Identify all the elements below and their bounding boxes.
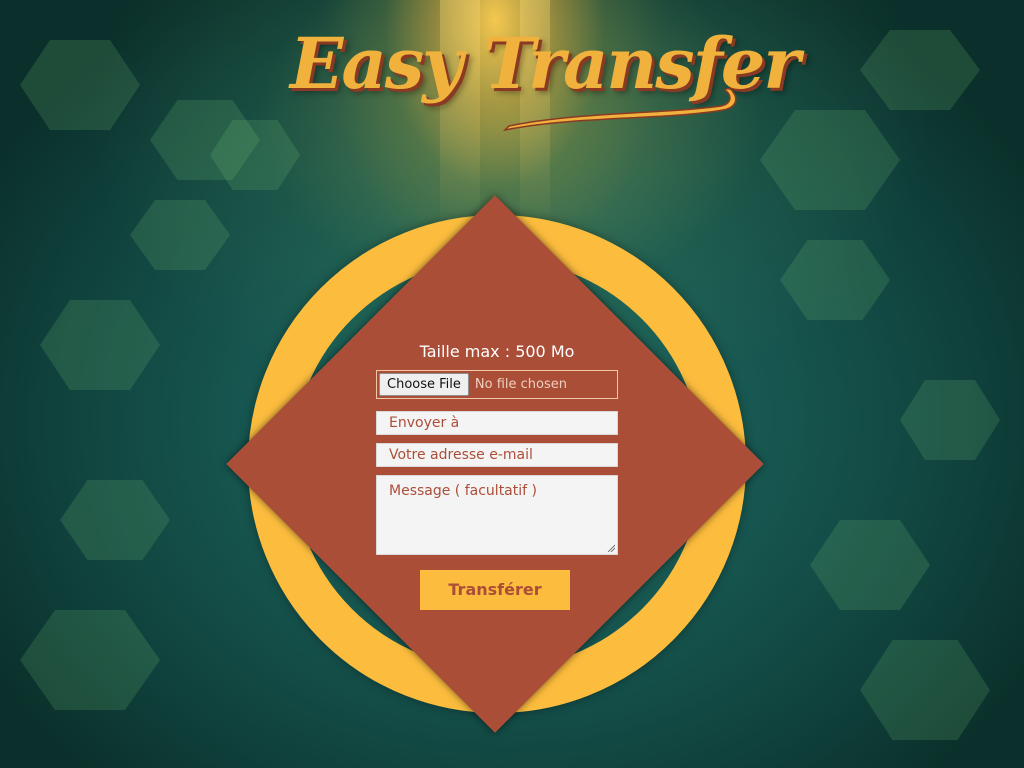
bokeh-shape — [130, 200, 230, 270]
bokeh-shape — [760, 110, 900, 210]
max-size-label: Taille max : 500 Mo — [419, 342, 575, 361]
message-textarea[interactable]: Message ( facultatif ) — [376, 475, 618, 555]
resize-grip-icon[interactable] — [607, 544, 615, 552]
choose-file-button[interactable]: Choose File — [379, 373, 469, 396]
file-status-text: No file chosen — [474, 377, 567, 392]
recipient-email-input[interactable]: Envoyer à — [376, 411, 618, 435]
bokeh-shape — [860, 640, 990, 740]
bokeh-shape — [60, 480, 170, 560]
sender-email-input[interactable]: Votre adresse e-mail — [376, 443, 618, 467]
bokeh-shape — [860, 30, 980, 110]
bokeh-shape — [40, 300, 160, 390]
message-placeholder: Message ( facultatif ) — [389, 483, 537, 499]
logo-swash-icon — [502, 87, 737, 132]
bokeh-shape — [810, 520, 930, 610]
bokeh-shape — [20, 610, 160, 710]
bokeh-shape — [20, 40, 140, 130]
logo: Easy Transfer — [290, 22, 800, 142]
transfer-button[interactable]: Transférer — [420, 570, 570, 610]
bokeh-shape — [900, 380, 1000, 460]
file-input[interactable]: Choose File No file chosen — [376, 370, 618, 399]
bokeh-shape — [780, 240, 890, 320]
